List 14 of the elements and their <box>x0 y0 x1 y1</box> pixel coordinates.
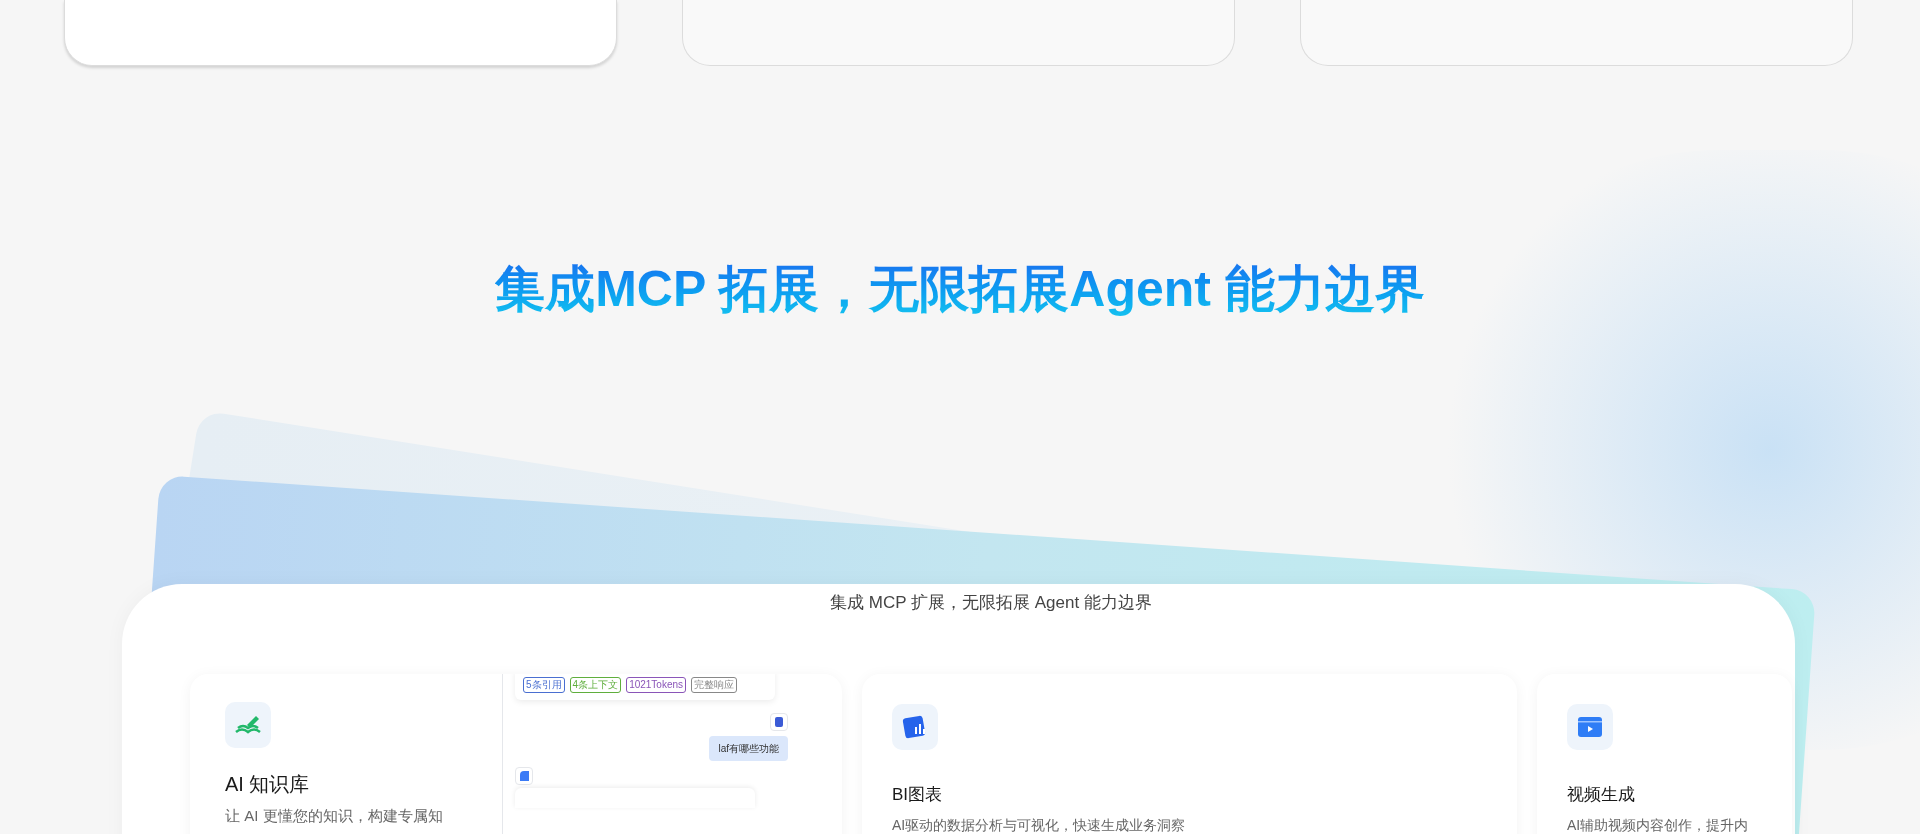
feature-title: AI 知识库 <box>225 771 311 797</box>
feature-description: 让 AI 更懂您的知识，构建专属知 <box>225 805 444 826</box>
book-pen-icon <box>235 713 261 736</box>
feature-title: BI图表 <box>892 783 944 805</box>
feature-title: 视频生成 <box>1567 783 1636 805</box>
feature-description: AI驱动的数据分析与可视化，快速生成业务洞察 <box>892 815 1187 834</box>
showcase-caption: 集成 MCP 扩展，无限拓展 Agent 能力边界 <box>830 592 1152 614</box>
feature-description: AI辅助视频内容创作，提升内 <box>1567 815 1750 834</box>
video-player-icon <box>1577 715 1603 738</box>
user-message: laf有哪些功能 <box>709 735 788 761</box>
reference-tag: 1021Tokens <box>626 676 687 693</box>
reference-tag: 5条引用 <box>523 676 565 693</box>
reference-tag: 完整响应 <box>691 676 738 693</box>
reference-tag: 4条上下文 <box>569 676 622 693</box>
